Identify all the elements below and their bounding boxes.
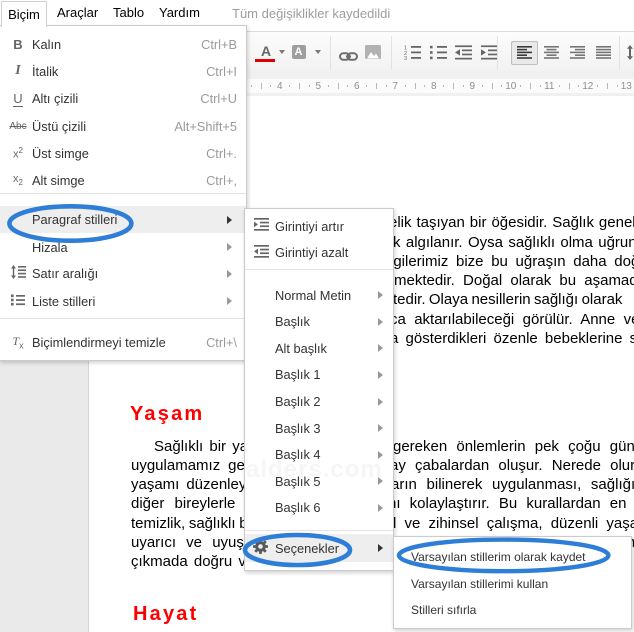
svg-text:3: 3 bbox=[404, 56, 407, 60]
